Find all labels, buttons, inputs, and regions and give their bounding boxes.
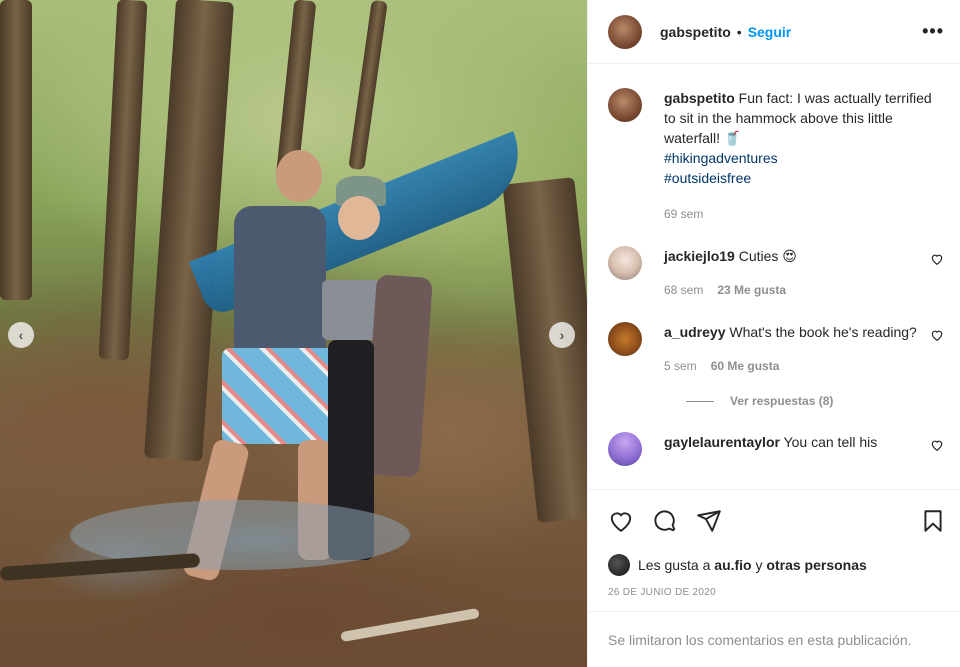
chevron-right-icon: › <box>559 327 565 343</box>
comment-item: jackiejlo19 Cuties 😍 68 sem 23 Me gusta <box>608 246 944 300</box>
comment-body: jackiejlo19 Cuties 😍 68 sem 23 Me gusta <box>664 246 930 300</box>
next-photo-button[interactable]: › <box>549 322 575 348</box>
likes-prefix: Les gusta a <box>638 557 711 573</box>
comment-time[interactable]: 5 sem <box>664 356 697 376</box>
heart-icon[interactable] <box>930 438 944 452</box>
avatar[interactable] <box>608 432 642 466</box>
heart-icon[interactable] <box>930 252 944 266</box>
comment-text: You can tell his <box>783 434 878 450</box>
hashtag-link[interactable]: #hikingadventures <box>664 150 778 166</box>
bookmark-icon[interactable] <box>920 508 946 534</box>
caption-meta: 69 sem <box>664 204 944 224</box>
avatar[interactable] <box>608 322 642 356</box>
avatar[interactable] <box>608 14 642 49</box>
caption-body: gabspetito Fun fact: I was actually terr… <box>664 88 944 224</box>
post-side-panel: gabspetito • Seguir ••• gabspetito Fun f… <box>587 0 960 667</box>
tree-root <box>340 607 480 643</box>
tree-trunk <box>502 177 587 523</box>
share-icon[interactable] <box>696 508 722 534</box>
comment-likes[interactable]: 60 Me gusta <box>711 356 780 376</box>
caption-username[interactable]: gabspetito <box>664 90 735 106</box>
instagram-post: ‹ › gabspetito • Seguir ••• gabspetito F… <box>0 0 960 667</box>
comment-time[interactable]: 68 sem <box>664 280 703 300</box>
comment-likes[interactable]: 23 Me gusta <box>717 280 786 300</box>
tree-trunk <box>144 0 234 462</box>
comment-icon[interactable] <box>652 508 678 534</box>
tree-trunk <box>348 0 388 171</box>
comment-username[interactable]: a_udreyy <box>664 324 725 340</box>
view-replies-button[interactable]: Ver respuestas (8) <box>686 394 944 408</box>
heart-icon[interactable] <box>608 508 634 534</box>
comment-text: Cuties 😍 <box>738 248 797 264</box>
chevron-left-icon: ‹ <box>18 327 24 343</box>
tree-trunk <box>98 0 148 361</box>
more-options-icon[interactable]: ••• <box>922 21 944 42</box>
likes-others-link[interactable]: otras personas <box>766 557 866 573</box>
caption: gabspetito Fun fact: I was actually terr… <box>608 88 944 224</box>
tree-trunk <box>0 0 32 300</box>
comment-username[interactable]: jackiejlo19 <box>664 248 735 264</box>
comment-username[interactable]: gaylelaurentaylor <box>664 434 780 450</box>
heart-icon[interactable] <box>930 328 944 342</box>
comment-body: gaylelaurentaylor You can tell his <box>664 432 930 452</box>
action-bar <box>588 489 960 551</box>
avatar[interactable] <box>608 554 630 576</box>
post-photo[interactable]: ‹ › <box>0 0 587 667</box>
post-header: gabspetito • Seguir ••• <box>588 0 960 64</box>
replies-line <box>686 400 714 402</box>
avatar[interactable] <box>608 88 642 122</box>
follow-button[interactable]: Seguir <box>748 24 792 40</box>
avatar[interactable] <box>608 246 642 280</box>
comment-meta: 5 sem 60 Me gusta <box>664 356 930 376</box>
likes-summary: Les gusta a au.fio y otras personas <box>588 551 960 579</box>
separator-dot: • <box>736 23 742 40</box>
view-replies-label: Ver respuestas (8) <box>730 394 834 408</box>
comments-list[interactable]: gabspetito Fun fact: I was actually terr… <box>588 64 960 489</box>
tree-root <box>0 553 201 581</box>
comment-body: a_udreyy What's the book he's reading? 5… <box>664 322 930 376</box>
header-username[interactable]: gabspetito <box>660 24 731 40</box>
hashtag-link[interactable]: #outsideisfree <box>664 170 751 186</box>
post-date[interactable]: 26 DE JUNIO DE 2020 <box>588 579 960 611</box>
likes-user-link[interactable]: au.fio <box>714 557 751 573</box>
previous-photo-button[interactable]: ‹ <box>8 322 34 348</box>
comment-text: What's the book he's reading? <box>729 324 917 340</box>
comment-item: gaylelaurentaylor You can tell his <box>608 432 944 466</box>
comment-item: a_udreyy What's the book he's reading? 5… <box>608 322 944 376</box>
likes-connector: y <box>755 557 763 573</box>
comment-meta: 68 sem 23 Me gusta <box>664 280 930 300</box>
caption-time[interactable]: 69 sem <box>664 204 703 224</box>
comments-limited-notice: Se limitaron los comentarios en esta pub… <box>588 611 960 667</box>
